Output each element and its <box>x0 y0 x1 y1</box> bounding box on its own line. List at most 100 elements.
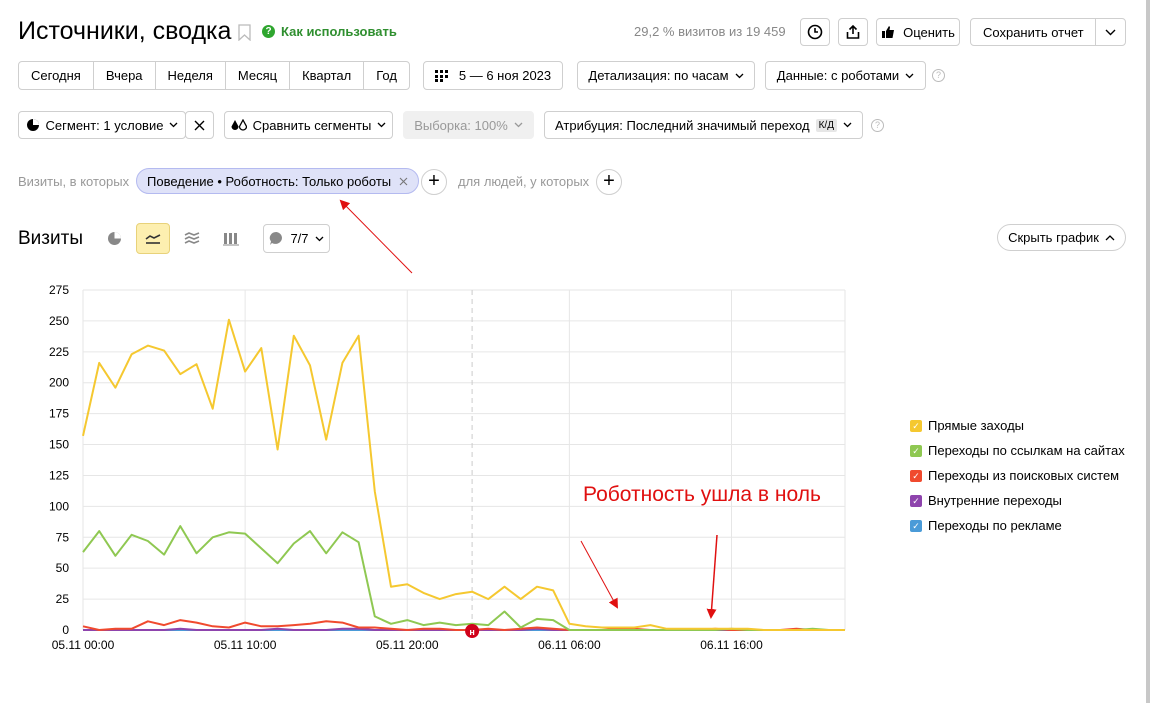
x-tick-label: 06.11 06:00 <box>538 638 601 652</box>
x-tick-label: 05.11 10:00 <box>214 638 277 652</box>
date-range-button[interactable]: 5 — 6 ноя 2023 <box>423 61 563 90</box>
period-month[interactable]: Месяц <box>226 62 291 89</box>
clear-segment-button[interactable] <box>185 111 214 139</box>
detail-select[interactable]: Детализация: по часам <box>577 61 755 90</box>
chevron-down-icon[interactable] <box>1105 29 1116 36</box>
date-range-label: 5 — 6 ноя 2023 <box>458 68 552 83</box>
people-filter-prefix: для людей, у которых <box>458 174 590 189</box>
y-tick-label: 200 <box>49 376 69 390</box>
compare-label: Сравнить сегменты <box>252 117 372 133</box>
clock-icon <box>807 24 823 40</box>
legend-item-internal[interactable]: ✓ Внутренние переходы <box>910 488 1125 513</box>
area-chart-icon <box>184 232 200 244</box>
hide-chart-label: Скрыть график <box>1008 230 1099 245</box>
chevron-down-icon <box>315 236 323 241</box>
close-icon[interactable] <box>399 177 408 186</box>
sample-label: Выборка: 100% <box>414 117 508 133</box>
x-tick-label: 05.11 00:00 <box>52 638 115 652</box>
line-chart-toggle[interactable] <box>136 223 170 254</box>
segment-button[interactable]: Сегмент: 1 условие <box>18 111 186 139</box>
y-tick-label: 100 <box>49 499 69 513</box>
visits-share-info: 29,2 % визитов из 19 459 <box>634 24 786 39</box>
bookmark-icon[interactable] <box>238 24 251 41</box>
rate-button[interactable]: Оценить <box>876 18 960 46</box>
filter-chip-label: Поведение • Роботность: Только роботы <box>147 173 392 189</box>
data-mode-label: Данные: с роботами <box>776 68 900 83</box>
save-report-label: Сохранить отчет <box>983 24 1084 40</box>
y-tick-label: 250 <box>49 314 69 328</box>
checkbox-icon: ✓ <box>910 494 922 507</box>
history-button[interactable] <box>800 18 830 46</box>
legend-item-links[interactable]: ✓ Переходы по ссылкам на сайтах <box>910 438 1125 463</box>
area-chart-toggle[interactable] <box>175 223 209 254</box>
period-quarter[interactable]: Квартал <box>290 62 365 89</box>
metrics-select[interactable]: 7/7 <box>263 224 330 253</box>
legend-label: Переходы по ссылкам на сайтах <box>928 443 1125 458</box>
pie-chart-toggle[interactable] <box>97 223 131 254</box>
y-tick-label: 50 <box>56 561 70 575</box>
legend-item-direct[interactable]: ✓ Прямые заходы <box>910 413 1125 438</box>
save-divider <box>1095 18 1096 46</box>
data-mode-select[interactable]: Данные: с роботами <box>765 61 926 90</box>
period-yesterday[interactable]: Вчера <box>94 62 156 89</box>
y-tick-label: 175 <box>49 407 69 421</box>
metrics-count: 7/7 <box>290 231 309 246</box>
how-to-use-label: Как использовать <box>281 24 397 39</box>
calendar-icon <box>434 69 448 82</box>
filter-chip[interactable]: Поведение • Роботность: Только роботы <box>136 168 420 194</box>
period-selector: Сегодня Вчера Неделя Месяц Квартал Год <box>18 61 410 90</box>
visits-title: Визиты <box>18 228 83 249</box>
legend-label: Прямые заходы <box>928 418 1025 433</box>
drops-icon <box>231 118 247 131</box>
visits-line-chart: 0 25 50 75 100 125 150 175 200 225 250 275 05.11 00:… <box>49 283 846 652</box>
legend-item-search[interactable]: ✓ Переходы из поисковых систем <box>910 463 1125 488</box>
chevron-down-icon <box>843 122 852 128</box>
chevron-up-icon <box>1105 234 1115 240</box>
annotation-text: Роботность ушла в ноль <box>583 483 821 506</box>
add-filter-button[interactable]: + <box>421 169 447 195</box>
rate-label: Оценить <box>903 24 955 40</box>
sample-select: Выборка: 100% <box>403 111 534 139</box>
line-chart-icon <box>145 233 161 244</box>
checkbox-icon: ✓ <box>910 519 922 532</box>
page-title: Источники, сводка <box>18 17 232 45</box>
thumbs-icon <box>882 26 895 38</box>
help-icon[interactable]: ? <box>932 69 945 82</box>
period-year[interactable]: Год <box>364 62 409 89</box>
bar-chart-icon <box>223 232 239 245</box>
segment-label: Сегмент: 1 условие <box>45 117 164 133</box>
chevron-down-icon <box>905 73 914 78</box>
chevron-down-icon <box>377 122 386 128</box>
checkbox-icon: ✓ <box>910 469 922 482</box>
attribution-select[interactable]: Атрибуция: Последний значимый переход К/… <box>544 111 863 139</box>
y-tick-label: 150 <box>49 438 69 452</box>
save-report-button[interactable]: Сохранить отчет <box>970 18 1126 46</box>
how-to-use-link[interactable]: ? Как использовать <box>262 24 397 39</box>
hide-chart-button[interactable]: Скрыть график <box>997 224 1126 251</box>
info-icon: ? <box>262 25 275 38</box>
legend-item-ads[interactable]: ✓ Переходы по рекламе <box>910 513 1125 538</box>
close-icon <box>194 120 205 130</box>
add-people-filter-button[interactable]: + <box>596 169 622 195</box>
scrollbar[interactable] <box>1146 0 1150 703</box>
legend-label: Внутренние переходы <box>928 493 1062 508</box>
chevron-down-icon <box>735 73 744 78</box>
legend-label: Переходы по рекламе <box>928 518 1062 533</box>
export-button[interactable] <box>838 18 868 46</box>
pie-chart-icon <box>107 232 121 245</box>
chevron-down-icon <box>170 122 178 128</box>
y-tick-label: 25 <box>56 592 70 606</box>
period-today[interactable]: Сегодня <box>19 62 94 89</box>
bar-chart-toggle[interactable] <box>214 223 248 254</box>
attribution-badge: К/Д <box>815 118 837 132</box>
checkbox-icon: ✓ <box>910 444 922 457</box>
y-tick-label: 0 <box>62 623 69 637</box>
period-week[interactable]: Неделя <box>156 62 226 89</box>
help-icon[interactable]: ? <box>871 119 884 132</box>
share-icon <box>846 24 860 39</box>
chevron-down-icon <box>514 122 523 128</box>
y-tick-label: 275 <box>49 283 69 297</box>
compare-segments-button[interactable]: Сравнить сегменты <box>224 111 393 139</box>
chart-legend: ✓ Прямые заходы ✓ Переходы по ссылкам на… <box>910 413 1125 538</box>
legend-label: Переходы из поисковых систем <box>928 468 1120 483</box>
